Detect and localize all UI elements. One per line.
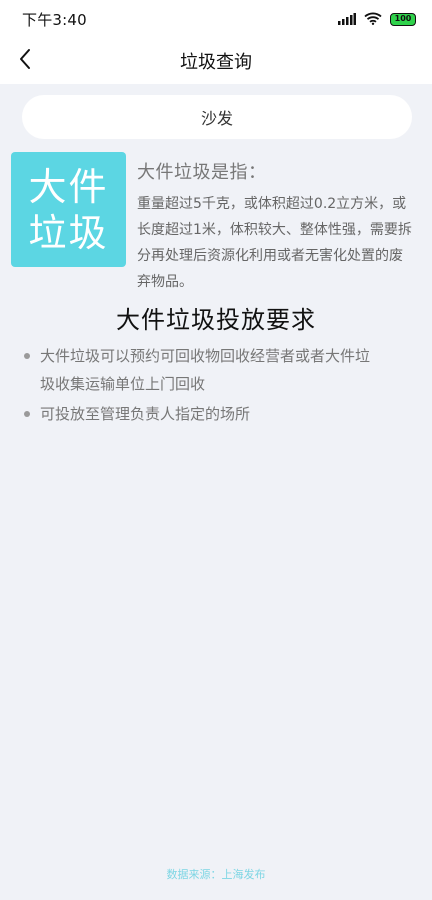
requirement-text: 可投放至管理负责人指定的场所 xyxy=(40,405,251,423)
bullet-icon xyxy=(24,353,30,359)
list-item: 可投放至管理负责人指定的场所 xyxy=(24,400,384,428)
nav-bar: 垃圾查询 xyxy=(0,38,432,84)
data-source-note: 数据来源：上海发布 xyxy=(166,868,266,881)
wifi-icon xyxy=(364,10,382,29)
search-query-field[interactable]: 沙发 xyxy=(22,95,412,139)
search-query-text: 沙发 xyxy=(200,109,233,128)
bullet-icon xyxy=(24,411,30,417)
requirements-title: 大件垃圾投放要求 xyxy=(116,306,316,334)
list-item: 大件垃圾可以预约可回收物回收经营者或者大件垃圾收集运输单位上门回收 xyxy=(24,342,384,398)
chevron-left-icon xyxy=(18,48,32,74)
definition-text: 重量超过5千克，或体积超过0.2立方米，或长度超过1米，体积较大、整体性强，需要… xyxy=(137,196,412,290)
category-tile-line2: 垃圾 xyxy=(28,210,109,255)
page-title: 垃圾查询 xyxy=(180,52,252,73)
status-icons: 100 xyxy=(338,10,416,29)
category-tile-line1: 大件 xyxy=(28,164,109,209)
battery-icon: 100 xyxy=(390,12,416,26)
status-time: 下午3:40 xyxy=(22,10,87,29)
battery-level: 100 xyxy=(394,14,412,23)
requirement-text: 大件垃圾可以预约可回收物回收经营者或者大件垃圾收集运输单位上门回收 xyxy=(40,347,371,393)
status-bar: 下午3:40 100 xyxy=(0,0,432,38)
definition-title: 大件垃圾是指： xyxy=(137,162,267,183)
back-button[interactable] xyxy=(8,44,42,78)
category-tile: 大件 垃圾 xyxy=(11,152,126,267)
requirements-list: 大件垃圾可以预约可回收物回收经营者或者大件垃圾收集运输单位上门回收 可投放至管理… xyxy=(24,342,384,430)
signal-icon xyxy=(338,10,356,29)
